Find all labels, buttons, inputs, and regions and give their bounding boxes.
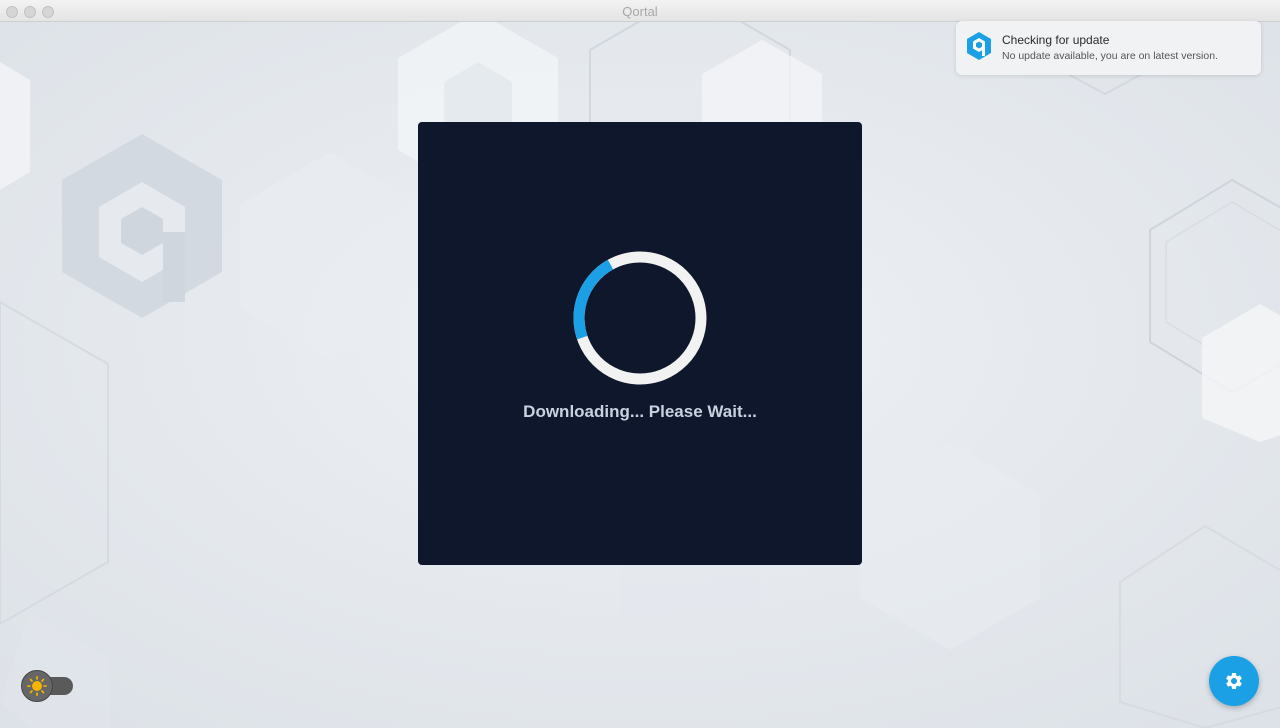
notification-title: Checking for update bbox=[1002, 33, 1110, 47]
loading-dialog: Downloading... Please Wait... bbox=[418, 122, 862, 565]
notification-body: No update available, you are on latest v… bbox=[1002, 50, 1218, 62]
toggle-knob bbox=[21, 670, 53, 702]
settings-button[interactable] bbox=[1209, 656, 1259, 706]
qortal-logo-icon bbox=[967, 32, 991, 60]
title-bar: Qortal bbox=[0, 0, 1280, 22]
app-window: Qortal Downloading... Please Wait... Che… bbox=[0, 0, 1280, 728]
update-notification[interactable]: Checking for update No update available,… bbox=[956, 21, 1261, 75]
gear-icon bbox=[1226, 673, 1242, 689]
sun-icon bbox=[27, 676, 47, 696]
window-title: Qortal bbox=[622, 4, 658, 19]
loading-spinner bbox=[573, 251, 707, 385]
theme-toggle[interactable] bbox=[21, 670, 73, 702]
loading-message: Downloading... Please Wait... bbox=[523, 402, 757, 421]
